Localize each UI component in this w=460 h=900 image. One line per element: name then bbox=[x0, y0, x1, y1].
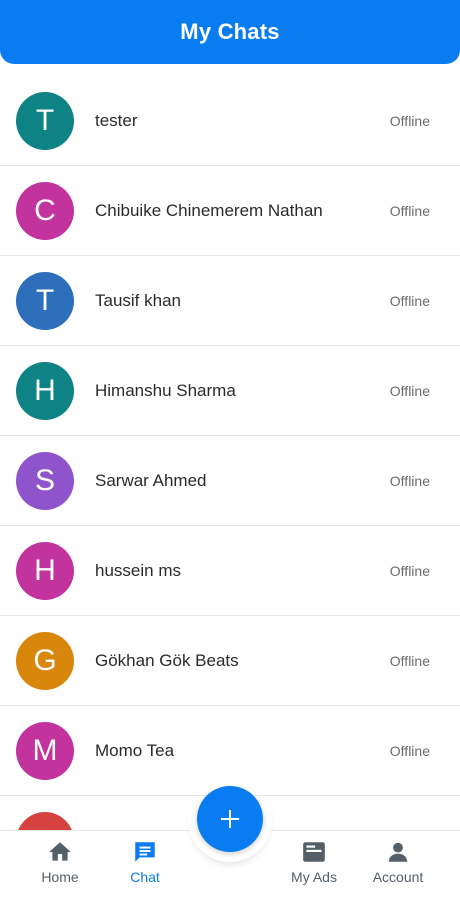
chat-name: Sarwar Ahmed bbox=[95, 470, 207, 490]
nav-home[interactable]: Home bbox=[20, 839, 100, 885]
avatar: M bbox=[16, 721, 74, 780]
app-header: My Chats bbox=[0, 0, 460, 64]
chat-name: Gökhan Gök Beats bbox=[95, 650, 239, 670]
avatar: H bbox=[16, 541, 74, 600]
avatar: G bbox=[16, 631, 74, 690]
chat-list-item[interactable]: G Gökhan Gök Beats Offline bbox=[0, 616, 460, 706]
status-label: Offline bbox=[389, 202, 430, 219]
chat-list-item[interactable]: M Momo Tea Offline bbox=[0, 706, 460, 796]
nav-my-ads-label: My Ads bbox=[291, 869, 337, 885]
status-label: Offline bbox=[389, 742, 430, 759]
chat-list-item[interactable]: T tester Offline bbox=[0, 76, 460, 166]
chat-list-item[interactable]: S Sarwar Ahmed Offline bbox=[0, 436, 460, 526]
chat-name: Chibuike Chinemerem Nathan bbox=[95, 200, 323, 220]
chat-icon bbox=[135, 842, 155, 862]
status-label: Offline bbox=[389, 652, 430, 669]
chat-list-item[interactable]: C Chibuike Chinemerem Nathan Offline bbox=[0, 166, 460, 256]
avatar: H bbox=[16, 361, 74, 420]
nav-my-ads[interactable]: My Ads bbox=[274, 839, 354, 885]
ads-icon bbox=[303, 842, 325, 862]
avatar: S bbox=[16, 451, 74, 510]
new-chat-button[interactable] bbox=[197, 786, 263, 852]
home-icon bbox=[49, 842, 71, 861]
chat-name: Tausif khan bbox=[95, 290, 181, 310]
nav-account-label: Account bbox=[372, 869, 424, 885]
nav-chat-label: Chat bbox=[130, 869, 160, 885]
nav-chat[interactable]: Chat bbox=[105, 839, 185, 885]
page-title: My Chats bbox=[180, 19, 280, 44]
chat-name: tester bbox=[95, 110, 138, 130]
avatar bbox=[16, 811, 74, 830]
status-label: Offline bbox=[389, 112, 430, 129]
account-icon bbox=[388, 842, 408, 862]
avatar: T bbox=[16, 91, 74, 150]
chat-name: hussein ms bbox=[95, 560, 181, 580]
status-label: Offline bbox=[389, 292, 430, 309]
avatar: T bbox=[16, 271, 74, 330]
chat-name: Momo Tea bbox=[95, 740, 175, 760]
avatar: C bbox=[16, 181, 74, 240]
status-label: Offline bbox=[389, 562, 430, 579]
status-label: Offline bbox=[389, 472, 430, 489]
chat-list-item[interactable]: T Tausif khan Offline bbox=[0, 256, 460, 346]
nav-home-label: Home bbox=[41, 869, 79, 885]
status-label: Offline bbox=[389, 382, 430, 399]
chat-name: Himanshu Sharma bbox=[95, 380, 236, 400]
plus-icon bbox=[221, 810, 239, 828]
chat-list-item[interactable]: H Himanshu Sharma Offline bbox=[0, 346, 460, 436]
nav-account[interactable]: Account bbox=[358, 839, 438, 885]
chat-list-item[interactable]: H hussein ms Offline bbox=[0, 526, 460, 616]
chat-list: T tester Offline C Chibuike Chinemerem N… bbox=[0, 76, 460, 830]
